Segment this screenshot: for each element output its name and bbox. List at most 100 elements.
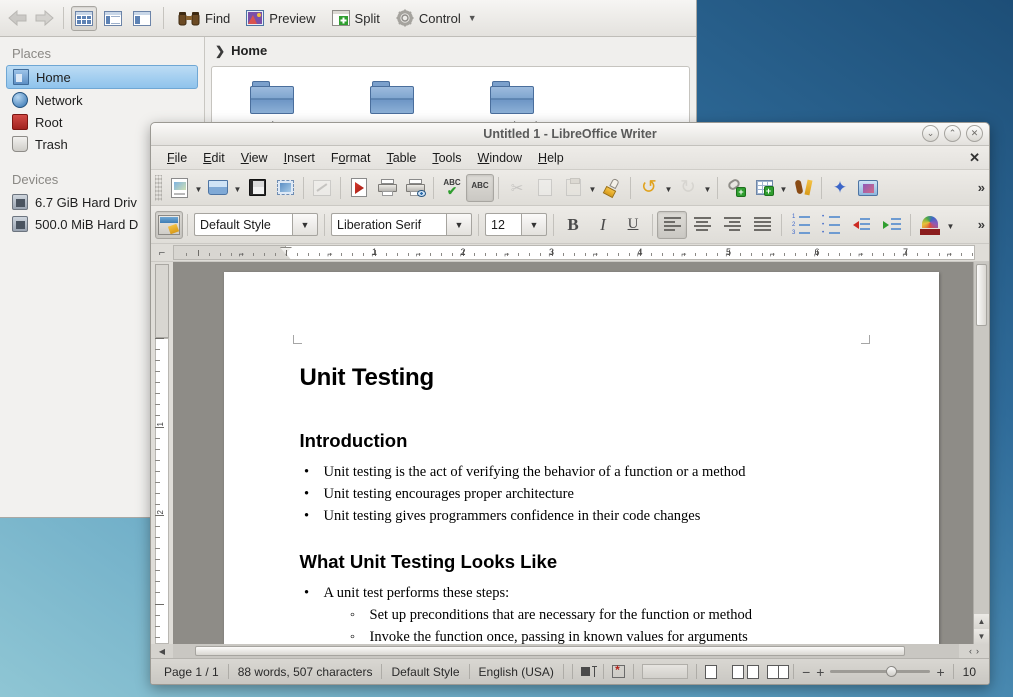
- ruler-tab-stop[interactable]: ⌐: [903, 249, 908, 259]
- sidebar-item-home[interactable]: Home: [6, 65, 198, 89]
- back-arrow-icon[interactable]: [6, 6, 30, 30]
- split-button[interactable]: Split: [325, 7, 387, 29]
- zoom-slider[interactable]: [830, 666, 931, 677]
- word-count-status[interactable]: 88 words, 507 characters: [229, 665, 382, 679]
- export-pdf-button[interactable]: [345, 174, 373, 202]
- paragraph-style-input[interactable]: [194, 213, 292, 236]
- ruler-tab-stop[interactable]: ⌐: [460, 249, 465, 259]
- minimize-button[interactable]: ⌄: [922, 125, 939, 142]
- new-document-button[interactable]: [165, 174, 193, 202]
- control-button[interactable]: Control ▼: [389, 6, 484, 30]
- horizontal-ruler[interactable]: ⌐ ⌐ 1 ⌐ ⌐ 2 ⌐ ⌐ 3 ⌐ ⌐ 4 ⌐ ⌐ 5 ⌐ ⌐ 6 ⌐ ⌐ 7 ⌐ ⌐: [173, 245, 975, 260]
- menu-table[interactable]: Table: [378, 149, 424, 167]
- tab-stop-selector[interactable]: ⌐: [151, 244, 173, 261]
- ruler-tab-stop[interactable]: ⌐: [681, 249, 686, 259]
- toolbar-grip[interactable]: [155, 174, 162, 201]
- next-page-icon[interactable]: ›: [976, 646, 979, 656]
- insert-table-button[interactable]: +: [750, 174, 778, 202]
- book-view-button[interactable]: [763, 664, 793, 679]
- menu-edit[interactable]: Edit: [195, 149, 233, 167]
- menu-help[interactable]: Help: [530, 149, 572, 167]
- page-navigation-buttons[interactable]: ‹ ›: [959, 644, 989, 658]
- ruler-tab-stop[interactable]: ⌐: [637, 249, 642, 259]
- font-name-chevron-down-icon[interactable]: ▼: [446, 213, 472, 236]
- save-button[interactable]: [243, 174, 271, 202]
- scroll-down-arrow-icon[interactable]: ▼: [974, 629, 989, 644]
- font-size-combo[interactable]: ▼: [485, 213, 547, 236]
- align-right-button[interactable]: [717, 211, 747, 239]
- menu-tools[interactable]: Tools: [424, 149, 469, 167]
- open-document-button[interactable]: [204, 174, 232, 202]
- sidebar-item-network[interactable]: Network: [0, 89, 204, 111]
- menu-view[interactable]: View: [233, 149, 276, 167]
- forward-arrow-icon[interactable]: [32, 6, 56, 30]
- insert-special-character-button[interactable]: ✦: [826, 174, 854, 202]
- open-document-dropdown[interactable]: ▼: [232, 174, 243, 202]
- title-bar[interactable]: Untitled 1 - LibreOffice Writer ⌄ ⌃ ✕: [151, 123, 989, 146]
- find-button[interactable]: Find: [171, 7, 237, 29]
- insert-table-dropdown[interactable]: ▼: [778, 174, 789, 202]
- font-size-chevron-down-icon[interactable]: ▼: [521, 213, 547, 236]
- zoom-control[interactable]: − + +: [794, 664, 953, 680]
- increase-indent-button[interactable]: [876, 211, 906, 239]
- zoom-level-status[interactable]: 10: [954, 665, 985, 679]
- spelling-button[interactable]: ABC ✔: [438, 174, 466, 202]
- standard-toolbar-overflow[interactable]: »: [978, 180, 985, 195]
- menu-insert[interactable]: Insert: [276, 149, 323, 167]
- underline-button[interactable]: U: [618, 211, 648, 239]
- ruler-tab-stop[interactable]: ⌐: [770, 249, 775, 259]
- undo-button[interactable]: ↺: [635, 174, 663, 202]
- font-size-input[interactable]: [485, 213, 521, 236]
- insert-image-button[interactable]: [854, 174, 882, 202]
- view-icons-button[interactable]: [71, 5, 97, 31]
- selection-mode-button[interactable]: [573, 666, 603, 677]
- vertical-ruler[interactable]: 12: [151, 262, 173, 644]
- menubar-close-icon[interactable]: ✕: [969, 150, 980, 166]
- insert-hyperlink-button[interactable]: +: [722, 174, 750, 202]
- font-name-input[interactable]: [331, 213, 446, 236]
- ruler-tab-stop[interactable]: ⌐: [858, 249, 863, 259]
- page-style-status[interactable]: Default Style: [382, 665, 468, 679]
- italic-button[interactable]: I: [588, 211, 618, 239]
- ruler-tab-stop[interactable]: ⌐: [372, 249, 377, 259]
- ruler-tab-stop[interactable]: ⌐: [239, 249, 244, 259]
- zoom-increase-button[interactable]: +: [936, 664, 944, 680]
- ordered-list-button[interactable]: 123: [786, 211, 816, 239]
- close-button[interactable]: ✕: [966, 125, 983, 142]
- maximize-button[interactable]: ⌃: [944, 125, 961, 142]
- highlighting-color-dropdown[interactable]: ▼: [945, 211, 956, 239]
- menu-format[interactable]: Format: [323, 149, 379, 167]
- paragraph-style-button[interactable]: [155, 210, 183, 239]
- scroll-up-arrow-icon[interactable]: ▲: [974, 614, 989, 629]
- edit-mode-button[interactable]: [308, 174, 336, 202]
- redo-dropdown[interactable]: ▼: [702, 174, 713, 202]
- undo-dropdown[interactable]: ▼: [663, 174, 674, 202]
- preview-button[interactable]: Preview: [239, 7, 322, 29]
- zoom-in-marker[interactable]: +: [816, 664, 824, 680]
- page-content[interactable]: Unit Testing Introduction • Unit testing …: [224, 272, 939, 644]
- document-modified-button[interactable]: [604, 663, 633, 678]
- ruler-tab-stop[interactable]: ⌐: [814, 249, 819, 259]
- breadcrumb-label[interactable]: Home: [231, 43, 267, 58]
- ruler-tab-stop[interactable]: ⌐: [549, 249, 554, 259]
- unordered-list-button[interactable]: • • •: [816, 211, 846, 239]
- horizontal-scrollbar[interactable]: [173, 644, 959, 658]
- redo-button[interactable]: ↻: [674, 174, 702, 202]
- auto-spellcheck-button[interactable]: ABC: [466, 173, 494, 202]
- cut-button[interactable]: ✂: [503, 174, 531, 202]
- paste-dropdown[interactable]: ▼: [587, 174, 598, 202]
- copy-button[interactable]: [531, 174, 559, 202]
- view-detail-button[interactable]: [100, 6, 126, 31]
- formatting-toolbar-overflow[interactable]: »: [978, 217, 985, 232]
- ruler-tab-stop[interactable]: ⌐: [593, 249, 598, 259]
- digital-signature-field[interactable]: [634, 664, 696, 679]
- paragraph-style-chevron-down-icon[interactable]: ▼: [292, 213, 318, 236]
- decrease-indent-button[interactable]: [846, 211, 876, 239]
- paragraph-style-combo[interactable]: ▼: [194, 213, 318, 236]
- vertical-scrollbar[interactable]: ▲ ▼: [973, 262, 989, 644]
- scroll-left-arrow-icon[interactable]: ◀: [151, 644, 173, 658]
- bold-button[interactable]: B: [558, 211, 588, 239]
- previous-page-icon[interactable]: ‹: [969, 646, 972, 656]
- zoom-slider-knob[interactable]: [886, 666, 898, 677]
- ruler-tab-stop[interactable]: ⌐: [726, 249, 731, 259]
